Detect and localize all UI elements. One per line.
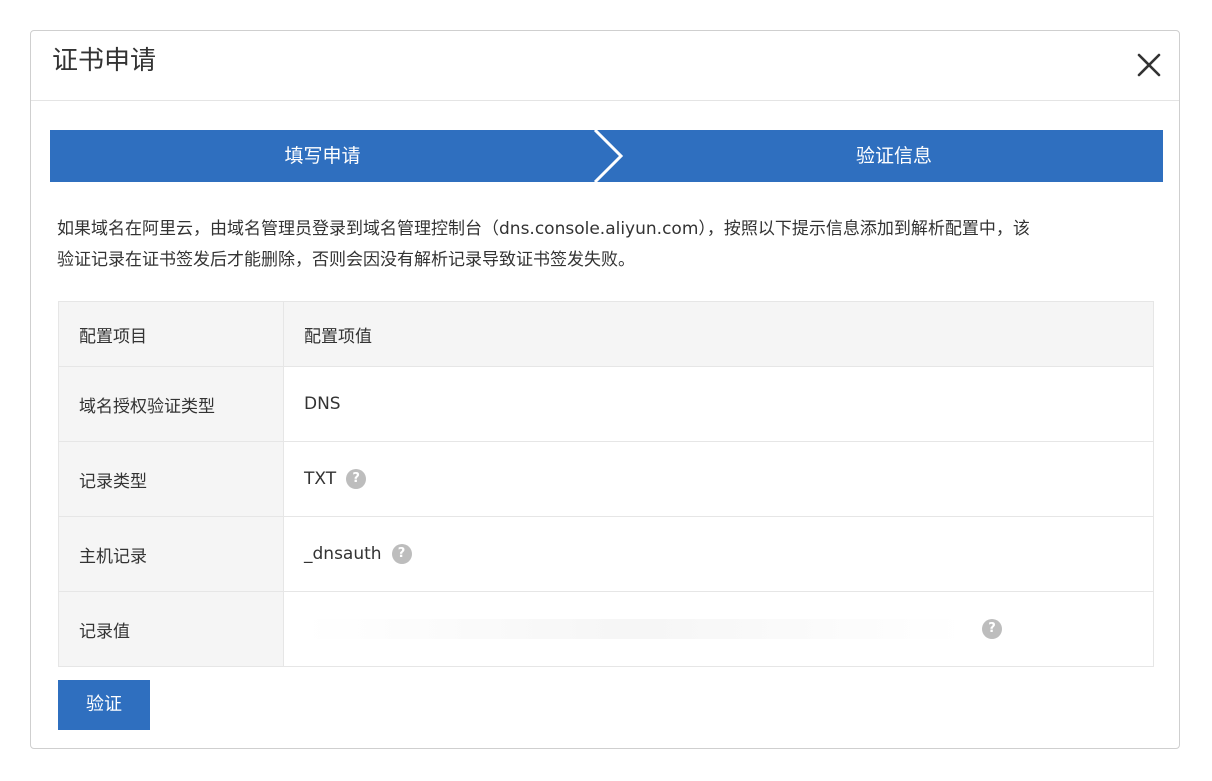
table-header-row: 配置项目 配置项值: [58, 301, 1154, 367]
host-record-help-icon[interactable]: ?: [391, 544, 412, 564]
row-value-auth-type: DNS: [283, 366, 1154, 442]
close-icon[interactable]: [1135, 51, 1163, 79]
header-config-value: 配置项值: [283, 301, 1154, 367]
table-row: 记录值 ?: [58, 591, 1154, 667]
row-key-record-type: 记录类型: [58, 441, 284, 517]
record-value-redacted: [304, 619, 964, 639]
row-key-host-record: 主机记录: [58, 516, 284, 592]
notice-line-1: 如果域名在阿里云，由域名管理员登录到域名管理控制台（dns.console.al…: [57, 219, 1030, 239]
record-value-help-icon[interactable]: ?: [982, 619, 1002, 639]
verify-button[interactable]: 验证: [58, 680, 150, 730]
notice-line-2: 验证记录在证书签发后才能删除，否则会因没有解析记录导致证书签发失败。: [57, 250, 635, 270]
dns-instruction-notice: 如果域名在阿里云，由域名管理员登录到域名管理控制台（dns.console.al…: [57, 214, 1157, 276]
dns-config-table: 配置项目 配置项值 域名授权验证类型 DNS 记录类型 TXT? 主机记录 _d…: [58, 301, 1154, 667]
step-verify-info: 验证信息: [855, 145, 932, 167]
dialog-title: 证书申请: [52, 46, 157, 76]
row-value-record-type: TXT?: [283, 441, 1154, 517]
auth-type-value: DNS: [304, 394, 341, 414]
row-value-host-record: _dnsauth?: [283, 516, 1154, 592]
row-key-auth-type: 域名授权验证类型: [58, 366, 284, 442]
host-record-value: _dnsauth: [304, 544, 382, 564]
dialog-header: 证书申请: [31, 31, 1179, 101]
table-row: 记录类型 TXT?: [58, 441, 1154, 517]
row-value-record-value: ?: [283, 591, 1154, 667]
step-fill-application: 填写申请: [284, 145, 361, 167]
table-row: 主机记录 _dnsauth?: [58, 516, 1154, 592]
step-progress-bar: 填写申请 验证信息: [50, 130, 1163, 182]
certificate-apply-dialog: 证书申请 填写申请 验证信息 如果域名在阿里云，由域名管理员登录到域名管理控制台…: [30, 30, 1180, 749]
header-config-item: 配置项目: [58, 301, 284, 367]
record-type-value: TXT: [304, 469, 337, 489]
table-row: 域名授权验证类型 DNS: [58, 366, 1154, 442]
record-type-help-icon[interactable]: ?: [346, 469, 367, 489]
row-key-record-value: 记录值: [58, 591, 284, 667]
